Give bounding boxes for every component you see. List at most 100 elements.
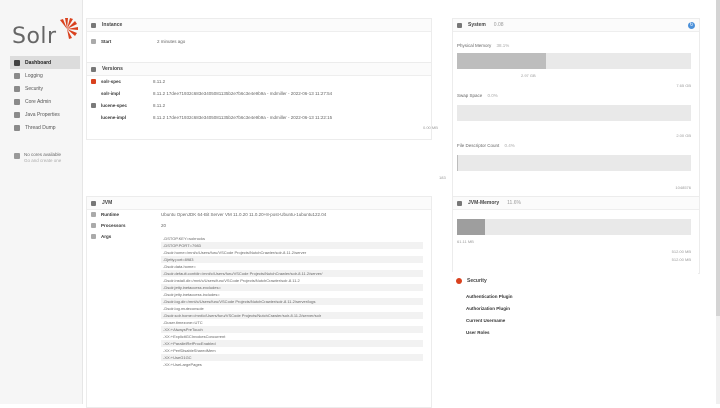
physical-memory-used: 2.97 GB bbox=[521, 73, 536, 78]
versions-icon bbox=[91, 66, 96, 72]
processors-row: Processors 20 bbox=[91, 223, 166, 228]
security-badge-icon bbox=[456, 278, 462, 284]
versions-header: Versions bbox=[87, 63, 431, 76]
jvm-memory-icon bbox=[457, 200, 462, 206]
jvm-memory-title: JVM-Memory bbox=[468, 200, 500, 206]
instance-panel: Instance Start 2 minutes ago bbox=[86, 18, 432, 64]
jvm-title: JVM bbox=[102, 200, 113, 206]
instance-header: Instance bbox=[87, 19, 431, 32]
security-panel: Security Authentication Plugin Authoriza… bbox=[452, 272, 698, 352]
arg-item: -Dsolr.log.muteconsole bbox=[163, 306, 204, 311]
versions-panel: Versions solr-spec 8.11.2 solr-impl 8.11… bbox=[86, 62, 432, 140]
sidebar-item-dashboard[interactable]: Dashboard bbox=[10, 56, 80, 69]
arg-item: -XX:+ParallelRefProcEnabled bbox=[161, 340, 423, 347]
arg-item: -XX:+PerfDisableSharedMem bbox=[163, 348, 216, 353]
runtime-value: Ubuntu OpenJDK 64-Bit Server VM 11.0.20 … bbox=[161, 212, 327, 217]
version-key: solr-impl bbox=[101, 91, 121, 96]
logo-text: Solr bbox=[12, 24, 57, 49]
version-key: lucene-spec bbox=[101, 103, 128, 108]
lucene-icon bbox=[91, 103, 96, 108]
arg-item: -Dsolr.jetty.inetaccess.includes= bbox=[163, 292, 220, 297]
jvm-memory-used-fill bbox=[457, 219, 486, 235]
version-row-lucene-impl: lucene-impl 8.11.2 17dee71932c683e340508… bbox=[91, 115, 332, 120]
version-key: solr-spec bbox=[101, 79, 122, 84]
no-cores-notice: No cores available Go and create one bbox=[14, 152, 80, 164]
swap-space-label: Swap Space 0.0% bbox=[457, 93, 498, 98]
physical-memory-bar bbox=[457, 53, 691, 69]
processors-icon bbox=[91, 223, 96, 228]
spacer-icon bbox=[91, 91, 96, 96]
versions-title: Versions bbox=[102, 66, 123, 72]
sidebar-item-label: Security bbox=[25, 85, 44, 92]
jvm-memory-max: 512.00 MB bbox=[671, 249, 691, 254]
arg-item: -XX:+ExplicitGCInvokesConcurrent bbox=[163, 334, 226, 339]
security-header: Security bbox=[456, 278, 487, 284]
thread-dump-icon bbox=[14, 124, 20, 131]
arg-item: -XX:+AlwaysPreTouch bbox=[161, 326, 423, 333]
jvm-memory-pct: 11.6% bbox=[507, 200, 521, 206]
system-icon bbox=[457, 22, 462, 28]
security-item: Authentication Plugin bbox=[466, 294, 513, 299]
physical-memory-title: Physical Memory bbox=[457, 43, 492, 48]
version-row-lucene-spec: lucene-spec 8.11.2 bbox=[91, 103, 165, 108]
file-descriptor-label: File Descriptor Count 0.4% bbox=[457, 143, 515, 148]
sidebar-item-java-properties[interactable]: Java Properties bbox=[10, 108, 80, 121]
sidebar: Solr Dashboard Logging Security Core Adm… bbox=[0, 0, 83, 404]
physical-memory-label: Physical Memory 38.1% bbox=[457, 43, 509, 48]
jvm-memory-max-2: 512.00 MB bbox=[671, 257, 691, 262]
file-descriptor-title: File Descriptor Count bbox=[457, 143, 500, 148]
core-selector-icon bbox=[14, 153, 20, 159]
args-list: -DSTOP.KEY=solrrocks -DSTOP.PORT=7983 -D… bbox=[161, 235, 423, 368]
security-icon bbox=[14, 85, 20, 92]
runtime-label: Runtime bbox=[101, 212, 119, 217]
physical-memory-fill bbox=[457, 53, 546, 69]
security-item: Authorization Plugin bbox=[466, 306, 510, 311]
core-admin-icon bbox=[14, 98, 20, 105]
system-panel: System 0.08 ↻ Physical Memory 38.1% 2.97… bbox=[423, 18, 700, 198]
args-row: Args bbox=[91, 234, 161, 239]
swap-space-left: 0.00 MB bbox=[423, 125, 438, 130]
jvm-memory-header: JVM-Memory 11.6% bbox=[453, 197, 699, 210]
arg-item: -DSTOP.PORT=7983 bbox=[161, 242, 423, 249]
sidebar-item-logging[interactable]: Logging bbox=[10, 69, 80, 82]
system-title: System bbox=[468, 22, 486, 28]
sidebar-item-security[interactable]: Security bbox=[10, 82, 80, 95]
jvm-icon bbox=[91, 200, 96, 206]
arg-item: -XX:+UseLargePages bbox=[163, 362, 202, 367]
arg-item: -Dsolr.default.confdir=/mnt/c/Users/furu… bbox=[161, 270, 423, 277]
sidebar-item-label: Logging bbox=[25, 72, 43, 79]
jvm-memory-used: 61.11 MB bbox=[457, 239, 474, 244]
swap-space-pct: 0.0% bbox=[487, 93, 498, 98]
file-descriptor-fill bbox=[457, 155, 458, 171]
refresh-icon[interactable]: ↻ bbox=[688, 22, 695, 29]
sidebar-item-label: Dashboard bbox=[25, 59, 52, 66]
system-load: 0.08 bbox=[493, 22, 504, 28]
version-value: 8.11.2 bbox=[153, 103, 166, 108]
sidebar-item-label: Java Properties bbox=[25, 111, 60, 118]
sidebar-item-thread-dump[interactable]: Thread Dump bbox=[10, 121, 80, 134]
processors-value: 20 bbox=[161, 223, 167, 228]
physical-memory-pct: 38.1% bbox=[496, 43, 510, 48]
jvm-header: JVM bbox=[87, 197, 431, 210]
jvm-memory-panel: JVM-Memory 11.6% 61.11 MB 512.00 MB 512.… bbox=[452, 196, 700, 274]
version-row-solr-impl: solr-impl 8.11.2 17dee71932c683e34050811… bbox=[91, 91, 332, 96]
scrollbar[interactable] bbox=[716, 0, 720, 404]
arg-item: -Duser.timezone=UTC bbox=[163, 320, 203, 325]
java-properties-icon bbox=[14, 111, 20, 118]
solr-icon bbox=[91, 79, 96, 84]
runtime-row: Runtime Ubuntu OpenJDK 64-Bit Server VM … bbox=[91, 212, 326, 217]
start-label: Start bbox=[101, 39, 112, 44]
start-row: Start 2 minutes ago bbox=[91, 39, 185, 44]
solr-logo[interactable]: Solr bbox=[12, 18, 78, 50]
security-item: User Roles bbox=[466, 330, 490, 335]
sidebar-item-label: Thread Dump bbox=[25, 124, 56, 131]
dashboard-icon bbox=[14, 59, 20, 66]
file-descriptor-total: 1048576 bbox=[675, 185, 691, 190]
sidebar-item-core-admin[interactable]: Core Admin bbox=[10, 95, 80, 108]
args-icon bbox=[91, 234, 96, 239]
jvm-memory-bar bbox=[457, 219, 691, 235]
arg-item: -Dsolr.solr.home=/mnt/c/Users/furu/VSCod… bbox=[161, 312, 423, 319]
instance-icon bbox=[91, 22, 96, 28]
solr-sun-icon bbox=[60, 18, 78, 39]
scrollbar-thumb[interactable] bbox=[716, 0, 720, 316]
